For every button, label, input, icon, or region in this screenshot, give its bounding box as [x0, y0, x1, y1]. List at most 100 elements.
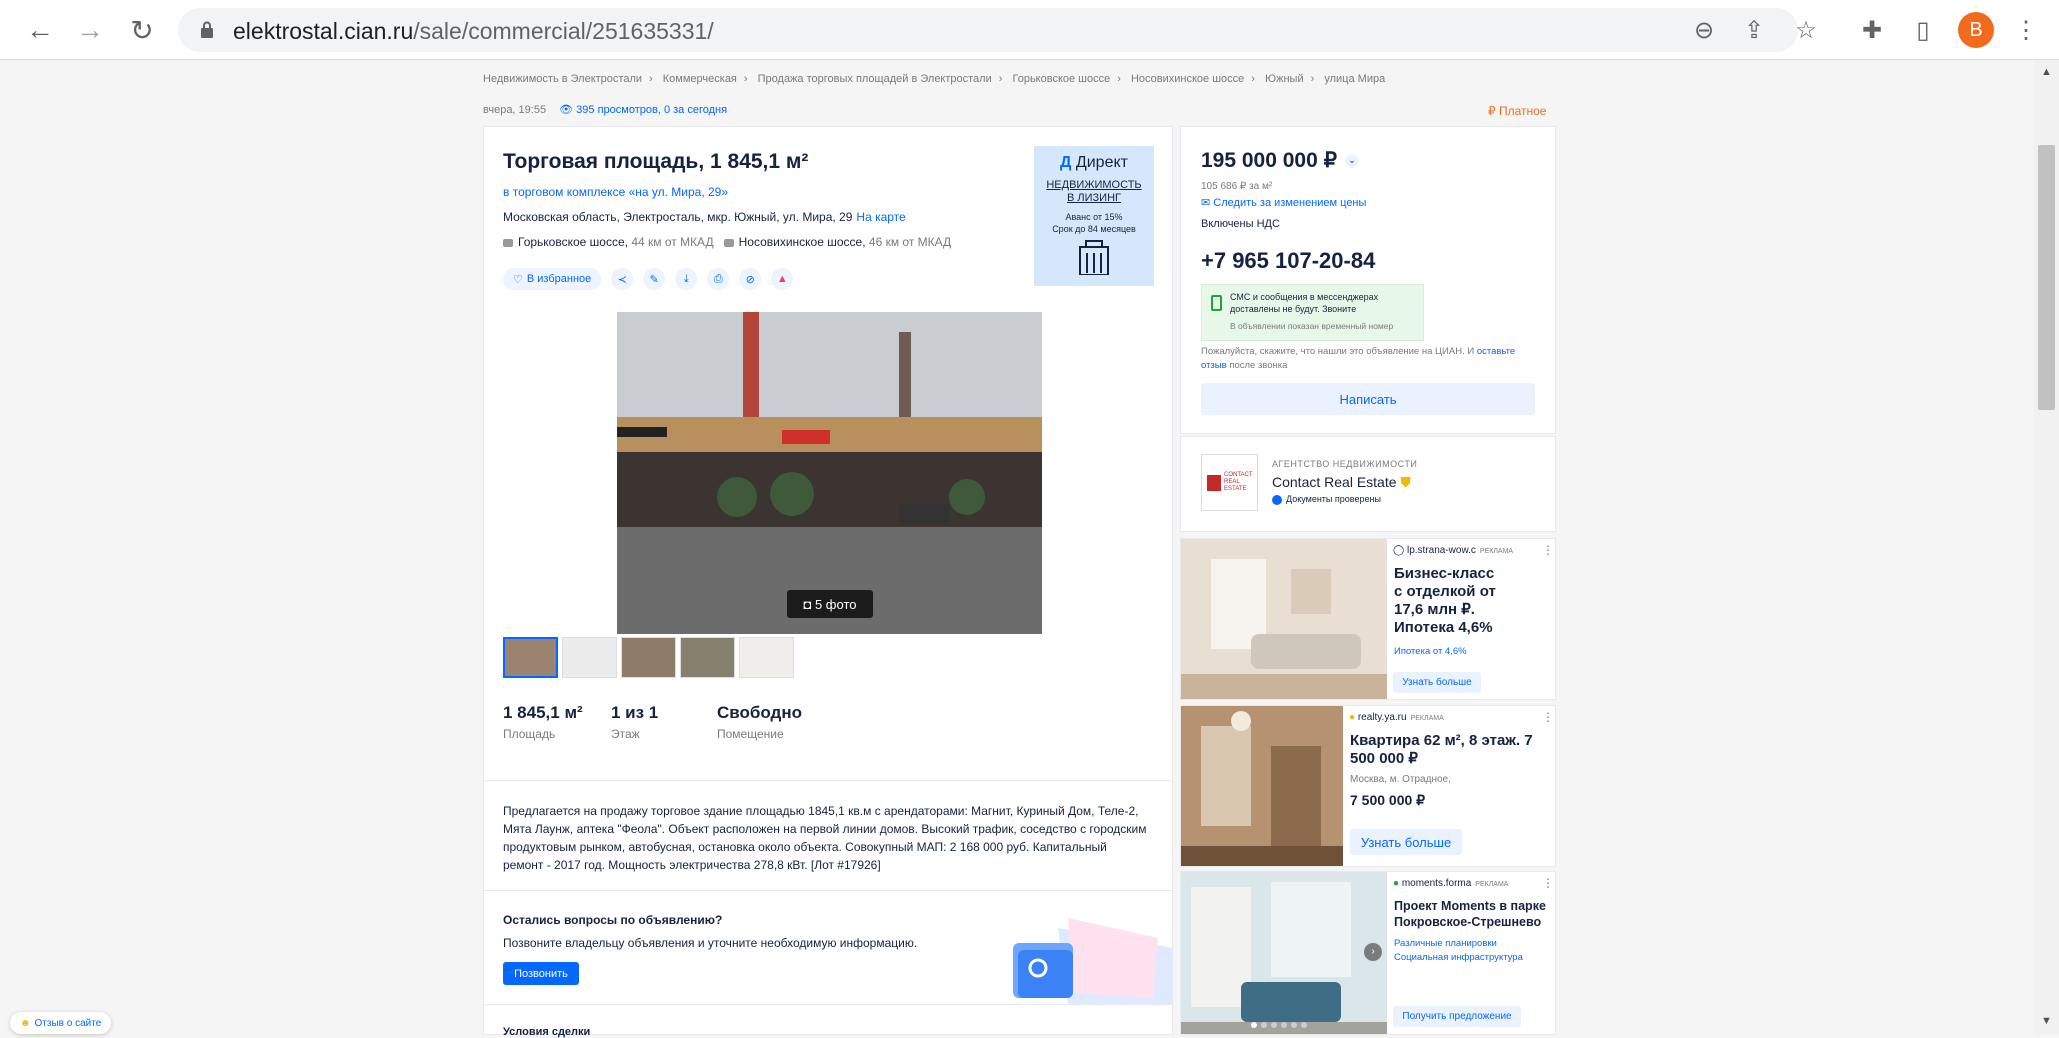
sms-warning: СМС и сообщения в мессенджерах доставлены… [1201, 284, 1424, 341]
divider [483, 780, 1173, 781]
thumbnail[interactable] [680, 637, 735, 678]
zoom-out-icon[interactable]: ⊖ [1688, 14, 1720, 46]
extensions-icon[interactable]: ✚ [1856, 14, 1888, 46]
address-bar[interactable]: elektrostal.cian.ru/sale/commercial/2516… [178, 8, 1798, 52]
divider [483, 890, 1173, 891]
views-count[interactable]: 👁 395 просмотров, 0 за сегодня [559, 104, 727, 116]
side-panel-icon[interactable]: ▯ [1907, 14, 1939, 46]
thumbnail[interactable] [739, 637, 794, 678]
favorite-button[interactable]: ♡ В избранное [503, 268, 602, 290]
ya-logo-icon: ● [1349, 712, 1356, 723]
phone-number[interactable]: +7 965 107-20-84 [1201, 248, 1375, 274]
bookmark-star-icon[interactable]: ☆ [1790, 14, 1822, 46]
map-link[interactable]: На карте [856, 210, 905, 224]
ad-menu-icon[interactable]: ⋮ [1542, 876, 1554, 890]
thumbnail[interactable] [562, 637, 617, 678]
direct-ad-banner[interactable]: Д Директ НЕДВИЖИМОСТЬ В ЛИЗИНГ Аванс от … [1034, 146, 1154, 286]
url-text: elektrostal.cian.ru/sale/commercial/2516… [233, 18, 714, 44]
lock-icon [201, 21, 213, 38]
check-icon [1272, 494, 1282, 505]
yandex-direct-logo: Д Директ [1060, 154, 1128, 171]
ad-source: ● moments.forma РЕКЛАМА [1393, 878, 1509, 889]
ad-text: Различные планировки [1394, 938, 1497, 949]
vat-info: Включены НДС [1201, 218, 1280, 230]
ad-line: Срок до 84 месяцев [1052, 224, 1136, 234]
ad-card[interactable]: › ● moments.forma РЕКЛАМА ⋮ Проект Moment… [1180, 871, 1556, 1035]
scroll-down-icon[interactable]: ▼ [2041, 1015, 2052, 1027]
chevron-down-icon[interactable]: ⌄ [1344, 154, 1359, 169]
breadcrumb-item[interactable]: улица Мира [1324, 73, 1385, 85]
folder-illustration [1013, 918, 1173, 1004]
smile-icon: ☻ [20, 1017, 31, 1029]
call-button[interactable]: Позвонить [503, 962, 579, 985]
road-icon [503, 238, 513, 247]
get-offer-button[interactable]: Получить предложение [1393, 1006, 1521, 1027]
ad-text: Социальная инфраструктура [1394, 952, 1523, 963]
moments-logo-icon: ● [1393, 878, 1400, 889]
menu-kebab-icon[interactable]: ⋮ [2010, 14, 2042, 46]
breadcrumb-item[interactable]: Носовихинское шоссе [1131, 73, 1244, 85]
ad-headline: Бизнес-класс с отделкой от 17,6 млн ₽. И… [1394, 565, 1496, 636]
carousel-dots [1251, 1022, 1307, 1028]
documents-verified: Документы проверены [1272, 494, 1381, 505]
stat-floor: 1 из 1 Этаж [611, 703, 659, 741]
print-icon[interactable]: ⎙ [707, 268, 730, 290]
photo-count-button[interactable]: ◘ 5 фото [787, 590, 873, 618]
photo-thumbnails [503, 637, 794, 678]
divider [483, 1004, 1173, 1005]
questions-title: Остались вопросы по объявлению? [503, 913, 723, 927]
ad-image [1181, 706, 1343, 866]
ad-headline: Проект Moments в парке Покровское-Стрешн… [1394, 899, 1546, 929]
ad-location: Москва, м. Отрадное, [1350, 774, 1451, 785]
price-per-meter: 105 686 ₽ за м² [1201, 181, 1273, 192]
forward-icon[interactable]: → [74, 14, 106, 46]
site-feedback-button[interactable]: ☻ Отзыв о сайте [10, 1012, 112, 1034]
phone-icon [1211, 295, 1222, 311]
ad-line: Аванс от 15% [1065, 212, 1123, 222]
ad-source: ● realty.ya.ru РЕКЛАМА [1349, 712, 1444, 723]
thumbnail[interactable] [621, 637, 676, 678]
share-icon[interactable]: ⇪ [1738, 14, 1770, 46]
ad-menu-icon[interactable]: ⋮ [1542, 710, 1554, 724]
heart-icon: ♡ [513, 273, 523, 286]
edit-icon[interactable]: ✎ [643, 268, 666, 290]
ad-card[interactable]: ● realty.ya.ru РЕКЛАМА ⋮ Квартира 62 м², … [1180, 705, 1556, 867]
follow-price-link[interactable]: ✉ Следить за изменением цены [1201, 196, 1366, 209]
breadcrumb-item[interactable]: Коммерческая [663, 73, 737, 85]
write-button[interactable]: Написать [1201, 383, 1535, 415]
shield-icon: ⛊ [1400, 474, 1411, 490]
listing-actions: ♡ В избранное ≺ ✎ ⤓ ⎙ ⊘ ▲ [503, 268, 794, 290]
breadcrumb-item[interactable]: Недвижимость в Электростали [483, 73, 642, 85]
report-icon[interactable]: ▲ [771, 268, 794, 290]
agency-logo[interactable]: CONTACT REAL ESTATE [1201, 454, 1258, 511]
mail-icon: ✉ [1201, 197, 1211, 209]
hide-icon[interactable]: ⊘ [739, 268, 762, 290]
building-icon [1079, 240, 1109, 276]
breadcrumb-item[interactable]: Южный [1265, 73, 1304, 85]
deal-terms-title: Условия сделки [503, 1026, 591, 1038]
camera-icon: ◘ [803, 596, 812, 612]
scrollbar-thumb[interactable] [2038, 145, 2055, 410]
back-icon[interactable]: ← [24, 14, 56, 46]
ad-image [1181, 872, 1387, 1034]
complex-link[interactable]: в торговом комплексе «на ул. Мира, 29» [503, 185, 728, 199]
ad-card[interactable]: ◯ lp.strana-wow.c РЕКЛАМА ⋮ Бизнес-класс … [1180, 538, 1556, 700]
description: Предлагается на продажу торговое здание … [503, 804, 1147, 872]
agency-label: АГЕНТСТВО НЕДВИЖИМОСТИ [1272, 459, 1418, 469]
reload-icon[interactable]: ↻ [126, 14, 158, 46]
learn-more-button[interactable]: Узнать больше [1350, 829, 1462, 855]
scroll-up-icon[interactable]: ▲ [2041, 66, 2052, 78]
agency-name[interactable]: Contact Real Estate ⛊ [1272, 474, 1411, 491]
profile-avatar[interactable]: B [1958, 12, 1994, 48]
share-icon[interactable]: ≺ [611, 268, 634, 290]
breadcrumb-item[interactable]: Горьковское шоссе [1012, 73, 1110, 85]
ad-menu-icon[interactable]: ⋮ [1542, 543, 1554, 557]
breadcrumb-item[interactable]: Продажа торговых площадей в Электростали [758, 73, 992, 85]
download-icon[interactable]: ⤓ [675, 268, 698, 290]
page-scrollbar[interactable]: ▲ ▼ [2034, 60, 2059, 1035]
ad-line: В ЛИЗИНГ [1067, 192, 1121, 204]
carousel-next-icon[interactable]: › [1364, 943, 1382, 961]
main-photo[interactable] [617, 312, 1042, 634]
thumbnail[interactable] [503, 637, 558, 678]
learn-more-button[interactable]: Узнать больше [1393, 672, 1481, 693]
